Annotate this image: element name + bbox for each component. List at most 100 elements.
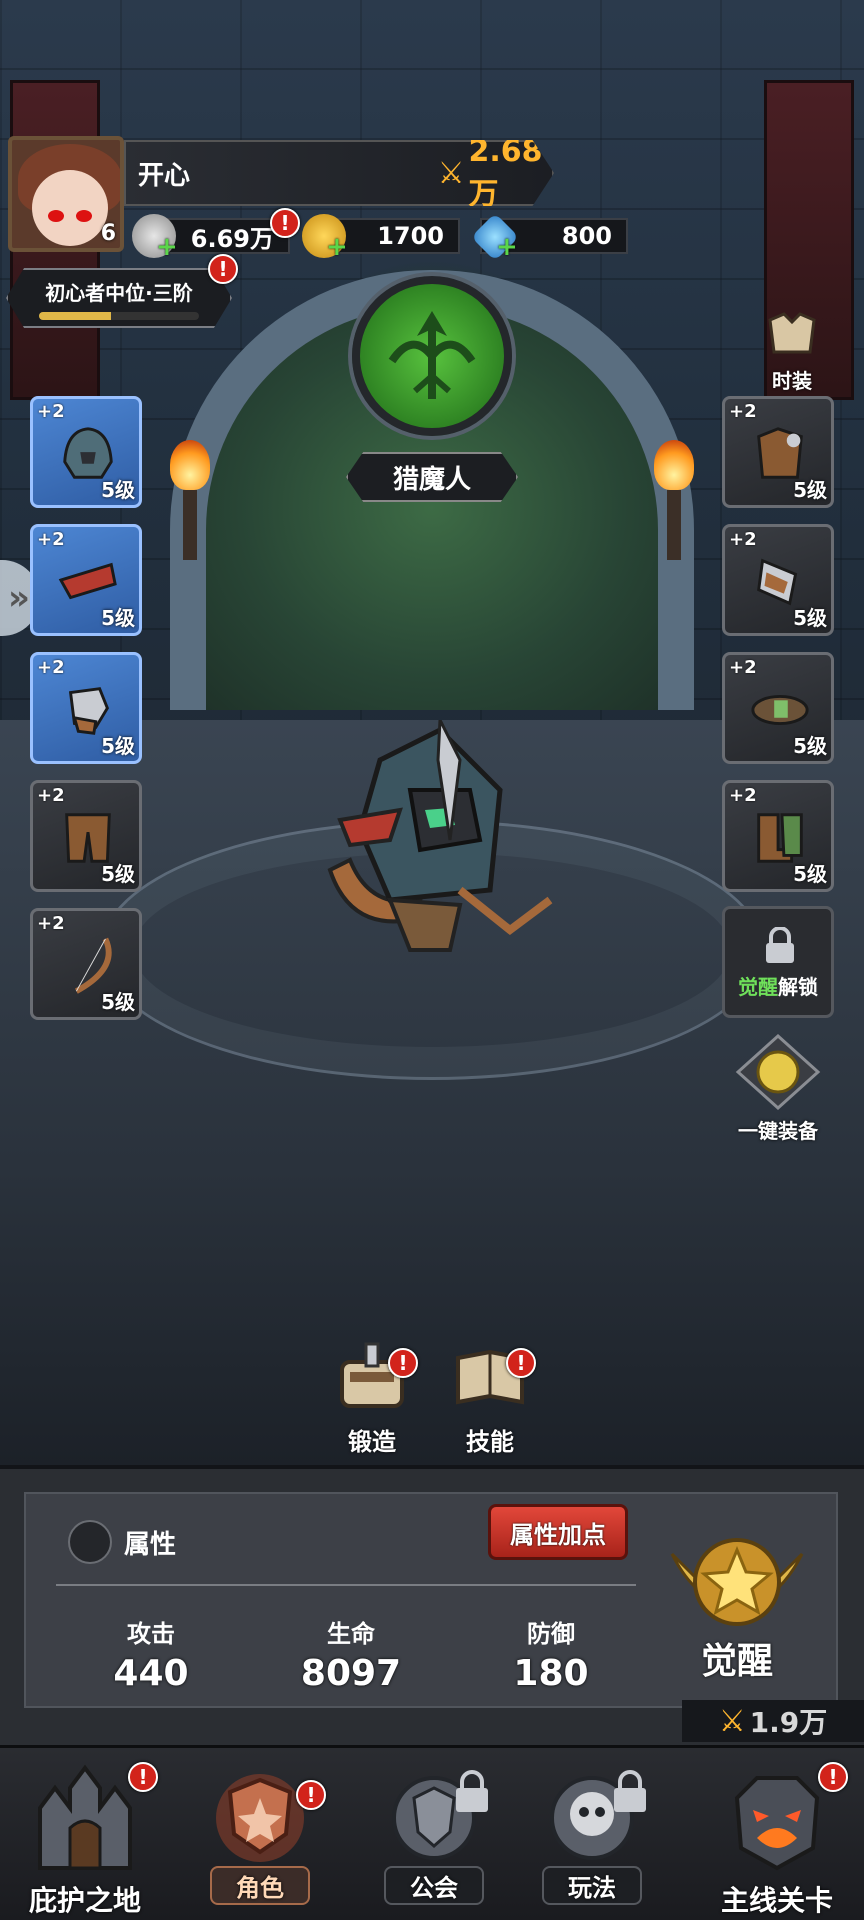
stat-label: 防御 — [527, 1620, 575, 1648]
unlock-hint: 觉醒解锁 — [738, 975, 818, 999]
item-level: 5级 — [793, 606, 827, 630]
crossed-swords-icon: ⚔ — [718, 1703, 746, 1739]
item-level: 5级 — [793, 862, 827, 886]
enhance-bonus: +2 — [37, 785, 65, 806]
equipment-slot-right-4[interactable]: +2 5级 — [722, 780, 834, 892]
awaken-label: 觉醒 — [700, 1641, 773, 1682]
equipment-slot-left-4[interactable]: +2 5级 — [30, 780, 142, 892]
add-attribute-points-button[interactable]: 属性加点 — [488, 1504, 628, 1560]
enhance-bonus: +2 — [729, 657, 757, 678]
stat-value: 8097 — [300, 1653, 402, 1694]
bottom-navigation: 庇护之地 ! 角色 ! 公会 玩法 主线关卡 ! — [0, 1745, 864, 1920]
add-gem-icon[interactable]: + — [496, 232, 518, 262]
costume-button[interactable]: 时装 — [756, 312, 828, 394]
enhance-bonus: +2 — [37, 913, 65, 934]
equipment-slot-left-2[interactable]: +2 5级 — [30, 524, 142, 636]
nav-main-stage-label: 主线关卡 — [720, 1884, 833, 1917]
equipment-slot-left-3[interactable]: +2 5级 — [30, 652, 142, 764]
awaken-power-value: 1.9万 — [749, 1706, 828, 1739]
equipment-slot-left-1[interactable]: +2 5级 — [30, 396, 142, 508]
stat-health: 生命 8097 — [286, 1614, 416, 1694]
enhance-bonus: +2 — [729, 529, 757, 550]
item-level: 5级 — [101, 862, 135, 886]
rank-alert-badge: ! — [208, 254, 238, 284]
enhance-bonus: +2 — [37, 401, 65, 422]
panel-divider — [56, 1584, 636, 1586]
gem-currency[interactable]: + 800 — [470, 212, 628, 262]
castle-icon — [38, 1764, 132, 1870]
gold-star-wings-icon — [670, 1538, 804, 1626]
double-chevron-icon: » — [8, 578, 30, 618]
enhance-bonus: +2 — [37, 657, 65, 678]
costume-armor-icon — [768, 312, 816, 354]
player-info-bar: 开心 ⚔ 2.68万 — [124, 140, 554, 206]
equipment-slot-right-3[interactable]: +2 5级 — [722, 652, 834, 764]
enhance-bonus: +2 — [37, 529, 65, 550]
item-level: 5级 — [101, 478, 135, 502]
stat-value: 440 — [113, 1653, 189, 1694]
gold-currency[interactable]: + 1700 — [302, 214, 460, 262]
auto-equip-icon — [735, 1033, 821, 1111]
enhance-bonus: +2 — [729, 401, 757, 422]
stat-defense: 防御 180 — [486, 1614, 616, 1694]
nav-guild-label: 公会 — [384, 1866, 484, 1905]
torch-right — [654, 440, 694, 560]
forge-alert-badge: ! — [388, 1348, 418, 1378]
lock-icon — [766, 927, 794, 963]
equipment-slot-left-5[interactable]: +2 5级 — [30, 908, 142, 1020]
equipment-slot-right-1[interactable]: +2 5级 — [722, 396, 834, 508]
item-level: 5级 — [101, 734, 135, 758]
player-level: 6 — [100, 221, 116, 246]
rank-title: 初心者中位·三阶 — [45, 280, 193, 305]
item-level: 5级 — [793, 734, 827, 758]
stat-label: 攻击 — [127, 1620, 175, 1648]
auto-equip-label: 一键装备 — [738, 1119, 818, 1143]
hero-character[interactable] — [290, 720, 570, 960]
crossbow-icon — [388, 311, 476, 399]
combat-power: ⚔ 2.68万 — [437, 140, 552, 206]
crossed-swords-icon: ⚔ — [437, 155, 465, 191]
character-alert-badge: ! — [296, 1780, 326, 1810]
add-gold-icon[interactable]: + — [326, 232, 348, 262]
enhance-bonus: +2 — [729, 785, 757, 806]
gem-amount: 800 — [561, 222, 612, 250]
player-avatar[interactable]: 6 — [8, 136, 124, 252]
skills-label: 技能 — [466, 1428, 514, 1456]
awaken-button[interactable]: 觉醒 — [652, 1524, 822, 1694]
costume-label: 时装 — [772, 369, 812, 393]
stat-label: 生命 — [327, 1620, 375, 1648]
locked-equipment-slot[interactable]: 觉醒解锁 — [722, 906, 834, 1018]
forge-label: 锻造 — [348, 1428, 396, 1456]
stat-value: 180 — [513, 1653, 589, 1694]
main-stage-alert-badge: ! — [818, 1762, 848, 1792]
rank-panel[interactable]: 初心者中位·三阶 — [6, 268, 232, 328]
sanctuary-alert-badge: ! — [128, 1762, 158, 1792]
auto-equip-button[interactable]: 一键装备 — [718, 1033, 838, 1144]
class-name: 猎魔人 — [346, 452, 518, 502]
nav-gameplay-label: 玩法 — [542, 1866, 642, 1905]
nav-character[interactable]: 角色 — [200, 1748, 320, 1920]
attribute-title: 属性 — [124, 1530, 177, 1560]
skills-alert-badge: ! — [506, 1348, 536, 1378]
guild-lock-icon — [456, 1770, 488, 1812]
gameplay-lock-icon — [614, 1770, 646, 1812]
item-level: 5级 — [101, 606, 135, 630]
silver-amount: 6.69万 — [190, 224, 274, 253]
awaken-power: ⚔ 1.9万 — [682, 1700, 864, 1742]
add-silver-icon[interactable]: + — [156, 232, 178, 262]
torch-left — [170, 440, 210, 560]
attribute-panel: 属性 属性加点 攻击 440 生命 8097 防御 180 觉醒 — [24, 1492, 838, 1708]
item-level: 5级 — [793, 478, 827, 502]
silver-currency[interactable]: + 6.69万 — [132, 214, 290, 262]
character-shield-icon — [216, 1774, 304, 1862]
nav-character-label: 角色 — [210, 1866, 310, 1905]
equipment-slot-right-2[interactable]: +2 5级 — [722, 524, 834, 636]
eye-icon[interactable] — [68, 1520, 112, 1564]
class-emblem[interactable] — [352, 276, 512, 436]
player-name: 开心 — [138, 160, 191, 191]
stat-attack: 攻击 440 — [86, 1614, 216, 1694]
gold-amount: 1700 — [377, 222, 444, 250]
nav-sanctuary-label: 庇护之地 — [28, 1884, 141, 1917]
rank-progress-bar — [39, 311, 199, 320]
silver-alert-badge: ! — [270, 208, 300, 238]
